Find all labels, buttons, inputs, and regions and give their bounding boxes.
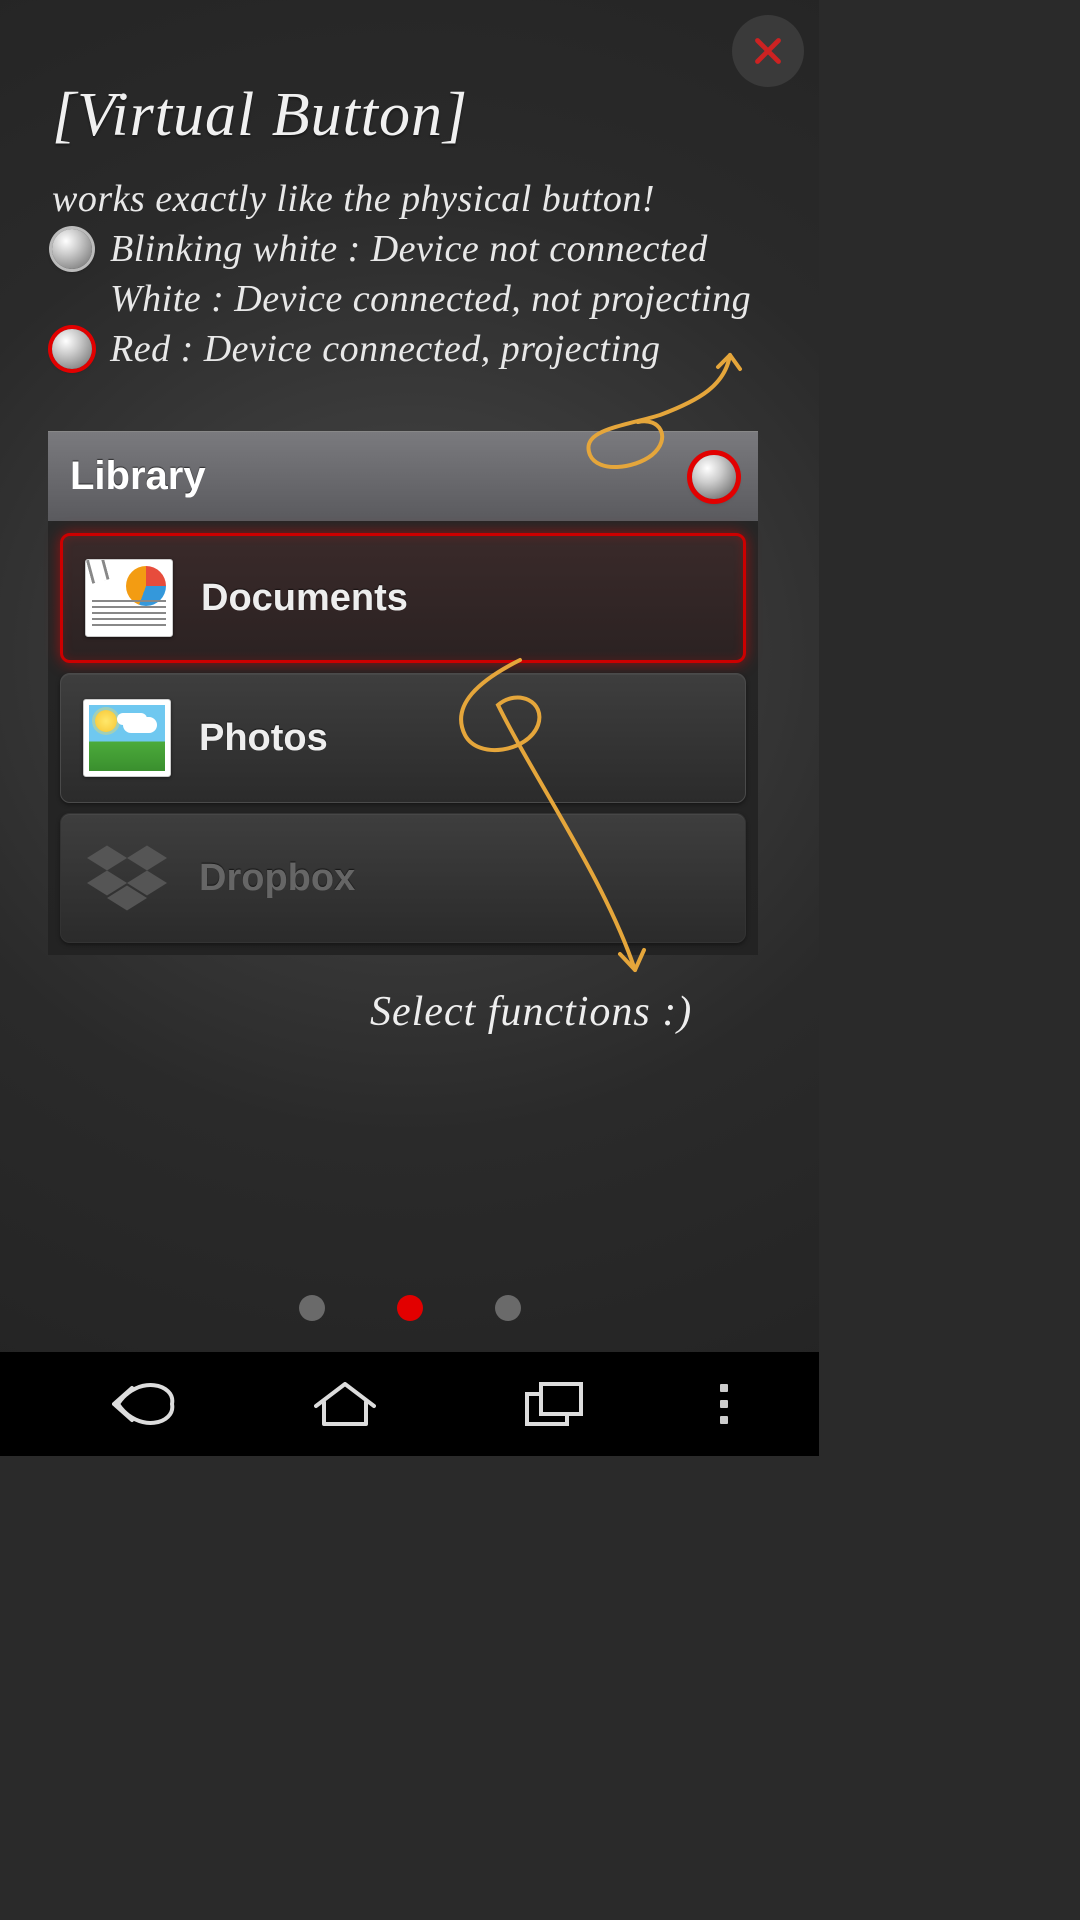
hint-text: Select functions :) (370, 988, 692, 1036)
page-title: [Virtual Button] (52, 80, 799, 151)
library-item-photos[interactable]: Photos (60, 673, 746, 803)
status-white: White : Device connected, not projecting (110, 277, 799, 321)
photos-icon (83, 699, 171, 777)
home-icon (310, 1380, 380, 1428)
dropbox-icon (83, 839, 171, 917)
page-dot-active[interactable] (397, 1295, 423, 1321)
more-dot-icon (720, 1384, 728, 1392)
page-dot[interactable] (299, 1295, 325, 1321)
red-orb-icon (52, 329, 92, 369)
back-button[interactable] (75, 1369, 195, 1439)
library-header: Library (48, 431, 758, 521)
list-item-label: Documents (201, 577, 408, 620)
list-item-label: Dropbox (199, 857, 355, 900)
list-item-label: Photos (199, 717, 328, 760)
recent-apps-icon (521, 1380, 587, 1428)
library-panel: Library Documents Photos (48, 431, 758, 955)
home-button[interactable] (285, 1369, 405, 1439)
status-blinking-white: Blinking white : Device not connected (52, 227, 799, 271)
virtual-button[interactable] (692, 455, 736, 499)
document-icon (85, 559, 173, 637)
page-indicator (0, 1295, 819, 1321)
recent-apps-button[interactable] (494, 1369, 614, 1439)
close-icon (750, 33, 786, 69)
library-item-dropbox[interactable]: Dropbox (60, 813, 746, 943)
back-icon (90, 1380, 180, 1428)
white-orb-icon (52, 229, 92, 269)
subtitle: works exactly like the physical button! (52, 177, 799, 221)
android-navbar (0, 1352, 819, 1456)
library-item-documents[interactable]: Documents (60, 533, 746, 663)
menu-button[interactable] (704, 1369, 744, 1439)
library-title: Library (70, 454, 206, 499)
status-red: Red : Device connected, projecting (52, 327, 799, 371)
more-dot-icon (720, 1416, 728, 1424)
more-dot-icon (720, 1400, 728, 1408)
close-button[interactable] (732, 15, 804, 87)
page-dot[interactable] (495, 1295, 521, 1321)
